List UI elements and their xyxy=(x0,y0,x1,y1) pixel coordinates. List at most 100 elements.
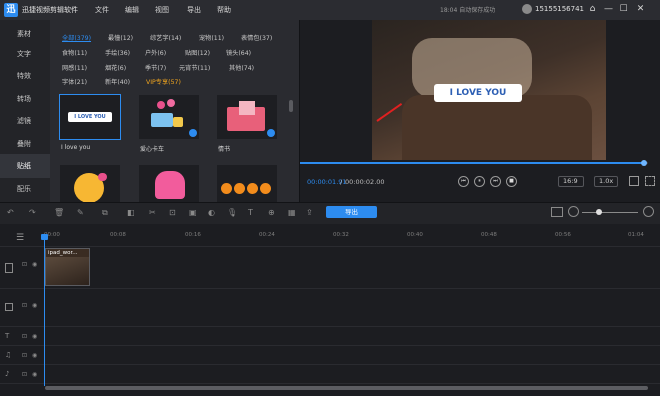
category-trendy[interactable]: 网感(11) xyxy=(62,63,87,72)
track-menu-icon[interactable]: ☰ xyxy=(16,233,24,243)
category-outdoor[interactable]: 户外(6) xyxy=(145,48,166,57)
visibility-icon[interactable]: ◉ xyxy=(32,371,37,378)
library-scrollbar[interactable] xyxy=(289,100,293,112)
category-food[interactable]: 食物(11) xyxy=(62,48,87,57)
mosaic-icon[interactable]: ▣ xyxy=(189,208,197,217)
volume-icon[interactable] xyxy=(629,176,639,186)
microphone-icon[interactable]: 🎙 xyxy=(227,208,237,217)
category-fonts[interactable]: 字体(21) xyxy=(62,77,87,86)
sticker-preview-text: I LOVE YOU xyxy=(68,112,112,122)
sticker-love-truck[interactable] xyxy=(138,94,200,140)
zoom-slider-track[interactable] xyxy=(582,212,638,213)
text-icon[interactable]: T xyxy=(248,208,253,217)
category-other[interactable]: 其他(74) xyxy=(229,63,254,72)
menu-edit[interactable]: 编辑 xyxy=(125,5,139,15)
sidebar-item-effects[interactable]: 特效 xyxy=(0,64,50,88)
preview-video[interactable]: I LOVE YOU xyxy=(372,20,606,160)
progress-handle[interactable] xyxy=(641,160,647,166)
crop-icon[interactable]: ◧ xyxy=(127,208,135,217)
edit-icon[interactable]: ✎ xyxy=(77,208,84,217)
fit-timeline-icon[interactable] xyxy=(551,207,563,217)
heart-icon xyxy=(98,173,107,181)
menu-view[interactable]: 视图 xyxy=(155,5,169,15)
sticker-i-love-you[interactable]: I LOVE YOU xyxy=(59,94,121,140)
menu-help[interactable]: 帮助 xyxy=(217,5,231,15)
speed-select[interactable]: 1.0x xyxy=(594,176,618,187)
category-stickers[interactable]: 贴图(12) xyxy=(185,48,210,57)
category-seasons[interactable]: 季节(7) xyxy=(145,63,166,72)
sidebar-item-overlays[interactable]: 叠附 xyxy=(0,132,50,156)
sticker-love-letter[interactable] xyxy=(216,94,278,140)
lock-icon[interactable]: ⊡ xyxy=(22,352,27,359)
zoom-in-icon[interactable] xyxy=(643,206,654,217)
undo-icon[interactable]: ↶ xyxy=(7,208,14,217)
redo-icon[interactable]: ↷ xyxy=(29,208,36,217)
sidebar-item-stickers[interactable]: 贴纸 xyxy=(0,154,50,178)
track-divider xyxy=(0,326,660,327)
orange-ball-icon xyxy=(247,183,258,194)
category-variety-text[interactable]: 综艺字(14) xyxy=(150,33,181,42)
playhead[interactable] xyxy=(44,236,45,386)
zoom-out-icon[interactable] xyxy=(568,206,579,217)
share-icon[interactable]: ⇪ xyxy=(306,208,313,217)
split-icon[interactable]: ✂ xyxy=(149,208,156,217)
tick-label: 00:16 xyxy=(185,232,201,238)
autosave-status: 18:04 自动保存成功 xyxy=(440,7,496,14)
pause-button[interactable]: ⏸ xyxy=(474,176,485,187)
menu-export[interactable]: 导出 xyxy=(187,5,201,15)
tick-label: 00:40 xyxy=(407,232,423,238)
close-button[interactable]: ✕ xyxy=(634,3,647,16)
minimize-button[interactable]: — xyxy=(602,3,615,16)
grid-icon[interactable]: ▦ xyxy=(288,208,296,217)
lock-icon[interactable]: ⊡ xyxy=(22,302,27,309)
category-new-year[interactable]: 新年(40) xyxy=(105,77,130,86)
sidebar-item-text[interactable]: 文字 xyxy=(0,42,50,66)
add-icon[interactable]: ⊕ xyxy=(268,208,275,217)
category-fireworks[interactable]: 烟花(6) xyxy=(105,63,126,72)
fullscreen-icon[interactable] xyxy=(645,176,655,186)
lock-icon[interactable]: ⊡ xyxy=(22,371,27,378)
lap-shape xyxy=(402,95,592,160)
truck-cab-icon xyxy=(173,117,183,127)
next-frame-button[interactable]: ⏭ xyxy=(490,176,501,187)
category-pets[interactable]: 宠物(11) xyxy=(199,33,224,42)
stop-button[interactable]: ■ xyxy=(506,176,517,187)
sidebar-item-transitions[interactable]: 转场 xyxy=(0,87,50,111)
music-track-icon: ♫ xyxy=(5,351,12,359)
zoom-slider-handle[interactable] xyxy=(596,209,602,215)
category-vip[interactable]: VIP专享(57) xyxy=(146,77,181,86)
sticker-label: 爱心卡车 xyxy=(140,146,165,153)
visibility-icon[interactable]: ◉ xyxy=(32,352,37,359)
sidebar-item-filters[interactable]: 滤镜 xyxy=(0,109,50,133)
visibility-icon[interactable]: ◉ xyxy=(32,302,37,309)
category-all[interactable]: 全部(379) xyxy=(62,33,91,42)
prev-frame-button[interactable]: ⏮ xyxy=(458,176,469,187)
lock-icon[interactable]: ⊡ xyxy=(22,261,27,268)
home-icon[interactable]: ⌂ xyxy=(586,3,599,16)
copy-icon[interactable]: ⧉ xyxy=(102,208,108,218)
maximize-button[interactable]: ☐ xyxy=(617,3,630,16)
download-icon[interactable] xyxy=(267,129,275,137)
category-lantern[interactable]: 元宵节(11) xyxy=(179,63,210,72)
visibility-icon[interactable]: ◉ xyxy=(32,261,37,268)
category-cute[interactable]: 最憧(12) xyxy=(108,33,133,42)
video-clip[interactable]: ipad_wor... xyxy=(45,248,90,286)
visibility-icon[interactable]: ◉ xyxy=(32,333,37,340)
freeze-icon[interactable]: ⊡ xyxy=(169,208,176,217)
timeline-scrollbar[interactable] xyxy=(45,386,648,390)
category-lens[interactable]: 镜头(64) xyxy=(226,48,251,57)
user-phone[interactable]: 15155156741 xyxy=(535,5,584,13)
sidebar-item-music[interactable]: 配乐 xyxy=(0,177,50,201)
category-handdrawn[interactable]: 手绘(36) xyxy=(105,48,130,57)
sticker-overlay[interactable]: I LOVE YOU xyxy=(434,84,522,102)
menu-file[interactable]: 文件 xyxy=(95,5,109,15)
color-icon[interactable]: ◐ xyxy=(208,208,215,217)
category-emoji[interactable]: 表情包(37) xyxy=(241,33,272,42)
app-title: 迅捷视频剪辑软件 xyxy=(22,6,78,14)
aspect-ratio-select[interactable]: 16:9 xyxy=(558,176,584,187)
export-button[interactable]: 导出 xyxy=(326,206,377,218)
download-icon[interactable] xyxy=(189,129,197,137)
lock-icon[interactable]: ⊡ xyxy=(22,333,27,340)
avatar[interactable] xyxy=(522,4,532,14)
delete-icon[interactable]: 🗑 xyxy=(54,208,64,217)
